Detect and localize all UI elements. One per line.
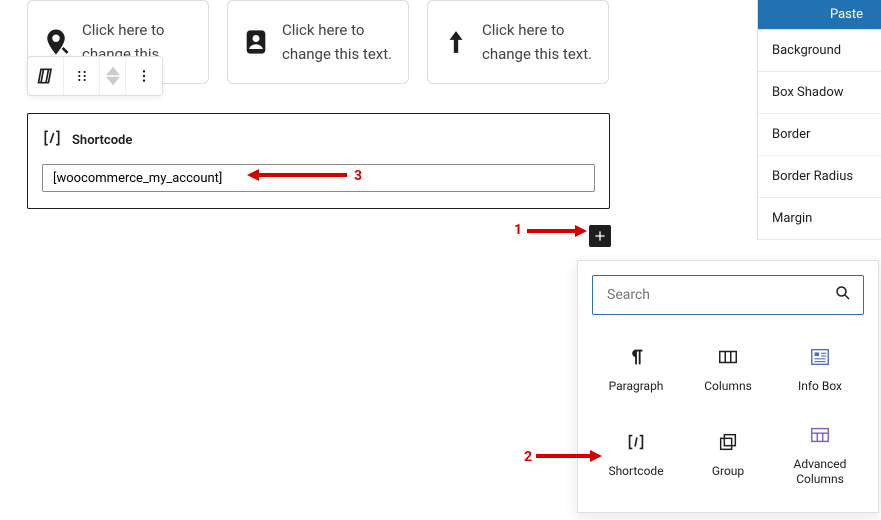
- search-wrap: [592, 275, 864, 315]
- shortcode-header: Shortcode: [42, 128, 595, 152]
- block-group[interactable]: Group: [684, 413, 772, 498]
- annotation-label-2: 2: [524, 449, 532, 465]
- block-label: Shortcode: [608, 464, 663, 480]
- block-type-button[interactable]: [28, 57, 64, 95]
- block-label: Advanced Columns: [780, 457, 860, 488]
- more-options-button[interactable]: [126, 57, 162, 95]
- arrow-up-icon: [440, 26, 472, 58]
- paste-button[interactable]: Paste: [758, 0, 881, 30]
- block-label: Paragraph: [609, 379, 664, 395]
- block-shortcode[interactable]: Shortcode: [592, 413, 680, 498]
- move-up-button[interactable]: [106, 66, 120, 76]
- annotation-arrow-3: [247, 167, 347, 183]
- advanced-columns-icon: [809, 423, 831, 447]
- shortcode-title: Shortcode: [72, 133, 132, 148]
- info-card[interactable]: Click here to change this text.: [427, 0, 609, 84]
- block-label: Info Box: [798, 379, 842, 395]
- info-box-icon: [809, 345, 831, 369]
- move-down-button[interactable]: [106, 76, 120, 86]
- annotation-arrow-2: [536, 448, 602, 464]
- annotation-label-3: 3: [354, 168, 362, 184]
- contact-icon: [240, 26, 272, 58]
- block-info-box[interactable]: Info Box: [776, 335, 864, 405]
- settings-sidebar: Paste Background Box Shadow Border Borde…: [757, 0, 881, 240]
- block-grid: Paragraph Columns Info Box Shortcode Gro…: [592, 335, 864, 498]
- block-paragraph[interactable]: Paragraph: [592, 335, 680, 405]
- block-advanced-columns[interactable]: Advanced Columns: [776, 413, 864, 498]
- annotation-arrow-1: [527, 223, 587, 239]
- block-label: Group: [712, 464, 744, 480]
- add-block-button[interactable]: [589, 225, 611, 247]
- drag-handle-button[interactable]: [64, 57, 100, 95]
- sidebar-item-border[interactable]: Border: [758, 114, 881, 156]
- sidebar-item-background[interactable]: Background: [758, 30, 881, 72]
- sidebar-item-margin[interactable]: Margin: [758, 198, 881, 240]
- location-pin-icon: [40, 26, 72, 58]
- info-card-text: Click here to change this text.: [482, 18, 596, 66]
- shortcode-block[interactable]: Shortcode: [27, 113, 610, 209]
- sidebar-item-border-radius[interactable]: Border Radius: [758, 156, 881, 198]
- paragraph-icon: [625, 345, 647, 369]
- block-label: Columns: [704, 379, 752, 395]
- block-columns[interactable]: Columns: [684, 335, 772, 405]
- search-icon[interactable]: [834, 284, 852, 306]
- block-toolbar: [27, 56, 163, 96]
- search-input[interactable]: [592, 275, 864, 315]
- columns-icon: [717, 345, 739, 369]
- plus-icon: [592, 228, 608, 244]
- sidebar-item-box-shadow[interactable]: Box Shadow: [758, 72, 881, 114]
- shortcode-icon: [625, 430, 647, 454]
- info-card-text: Click here to change this text.: [282, 18, 396, 66]
- move-arrows: [100, 57, 126, 95]
- block-inserter-popover: Paragraph Columns Info Box Shortcode Gro…: [577, 260, 879, 513]
- annotation-label-1: 1: [514, 222, 522, 238]
- shortcode-icon: [42, 128, 62, 152]
- info-card[interactable]: Click here to change this text.: [227, 0, 409, 84]
- group-icon: [717, 430, 739, 454]
